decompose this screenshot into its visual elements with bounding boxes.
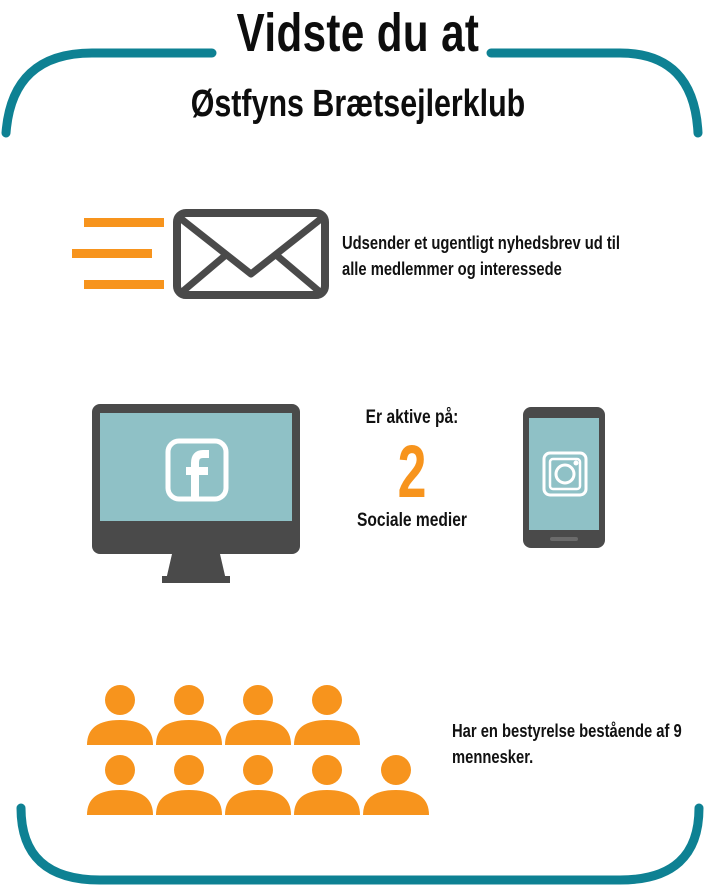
newsletter-text-line1: Udsender et ugentligt nyhedsbrev ud til xyxy=(342,233,621,253)
page-title: Vidste du at xyxy=(236,3,480,63)
person-icon xyxy=(156,755,222,815)
person-icon xyxy=(156,685,222,745)
board-text: Har en bestyrelse bestående af 9 mennesk… xyxy=(452,718,716,770)
instagram-icon xyxy=(542,451,588,497)
board-members-icon xyxy=(87,685,429,815)
board-text-line1: Har en bestyrelse bestående af 9 xyxy=(452,721,682,741)
person-icon xyxy=(294,685,360,745)
page-subtitle: Østfyns Brætsejlerklub xyxy=(190,83,526,125)
person-icon xyxy=(363,755,429,815)
active-label: Er aktive på: xyxy=(365,407,459,428)
facebook-icon xyxy=(165,438,229,502)
social-media-label: Sociale medier xyxy=(357,510,467,531)
person-icon xyxy=(225,685,291,745)
board-text-line2: mennesker. xyxy=(452,747,534,767)
person-icon xyxy=(225,755,291,815)
speed-lines-icon xyxy=(72,218,164,289)
person-icon xyxy=(87,685,153,745)
newsletter-text: Udsender et ugentligt nyhedsbrev ud til … xyxy=(342,230,703,282)
social-count: 2 xyxy=(397,430,427,513)
person-icon xyxy=(87,755,153,815)
person-icon xyxy=(294,755,360,815)
newsletter-text-line2: alle medlemmer og interessede xyxy=(342,259,562,279)
envelope-icon xyxy=(173,209,329,299)
frame-bottom xyxy=(16,803,704,885)
